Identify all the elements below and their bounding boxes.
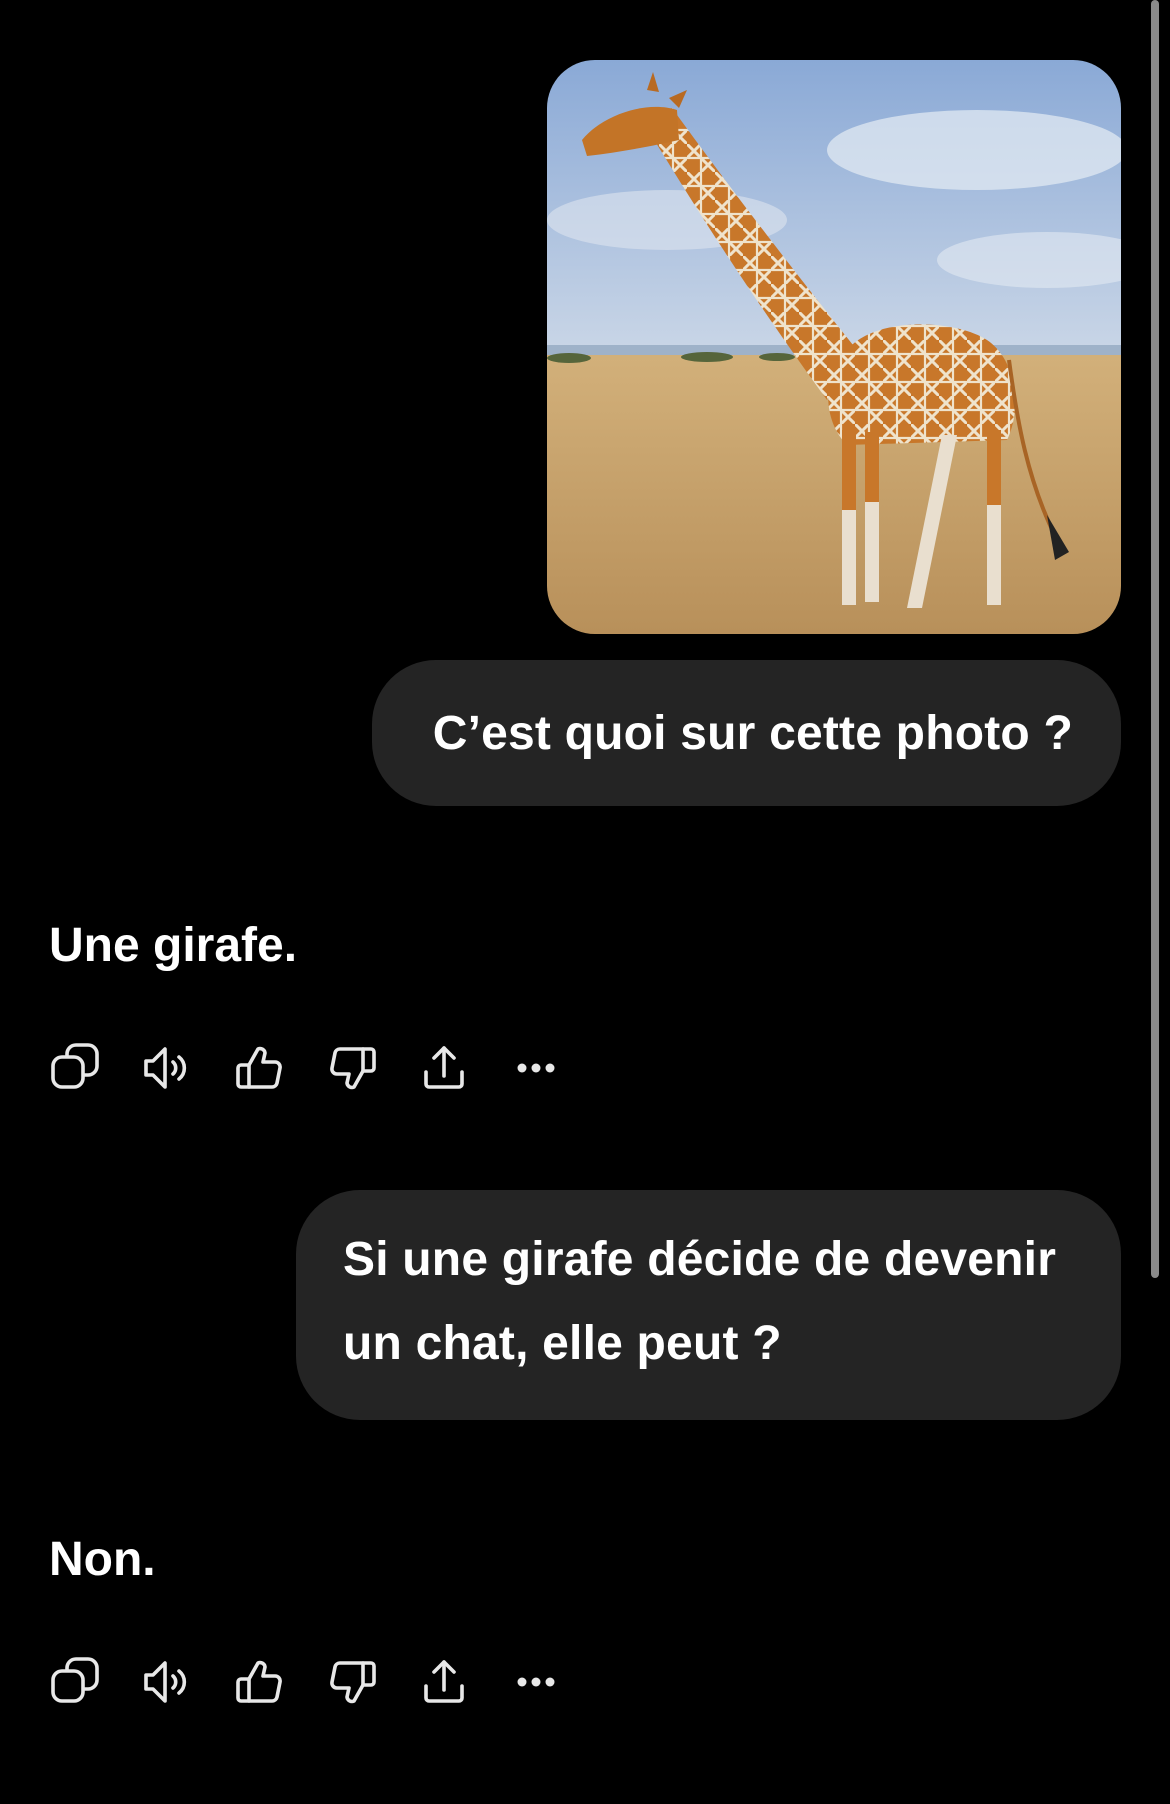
thumbs-down-icon[interactable]: [324, 1654, 380, 1710]
assistant-reply: Une girafe.: [49, 919, 298, 972]
share-icon[interactable]: [416, 1040, 472, 1096]
thumbs-up-icon[interactable]: [232, 1040, 288, 1096]
message-action-bar: [48, 1040, 588, 1096]
assistant-reply: Non.: [49, 1533, 156, 1586]
thumbs-up-icon[interactable]: [232, 1654, 288, 1710]
more-icon[interactable]: [508, 1040, 564, 1096]
scrollbar[interactable]: [1151, 0, 1159, 1278]
share-icon[interactable]: [416, 1654, 472, 1710]
user-message-text-line: un chat, elle peut ?: [343, 1317, 782, 1370]
user-message-text: C’est quoi sur cette photo ?: [432, 706, 1073, 760]
speaker-icon[interactable]: [140, 1654, 196, 1710]
user-message-bubble[interactable]: C’est quoi sur cette photo ?: [372, 660, 1121, 806]
user-message-bubble[interactable]: Si une girafe décide de devenir un chat,…: [296, 1190, 1121, 1420]
thumbs-down-icon[interactable]: [324, 1040, 380, 1096]
speaker-icon[interactable]: [140, 1040, 196, 1096]
message-action-bar: [48, 1654, 588, 1710]
user-sent-image[interactable]: [547, 60, 1121, 634]
user-message-text-line: Si une girafe décide de devenir: [343, 1233, 1057, 1286]
more-icon[interactable]: [508, 1654, 564, 1710]
copy-icon[interactable]: [48, 1654, 104, 1710]
copy-icon[interactable]: [48, 1040, 104, 1096]
giraffe-photo: [547, 60, 1121, 634]
